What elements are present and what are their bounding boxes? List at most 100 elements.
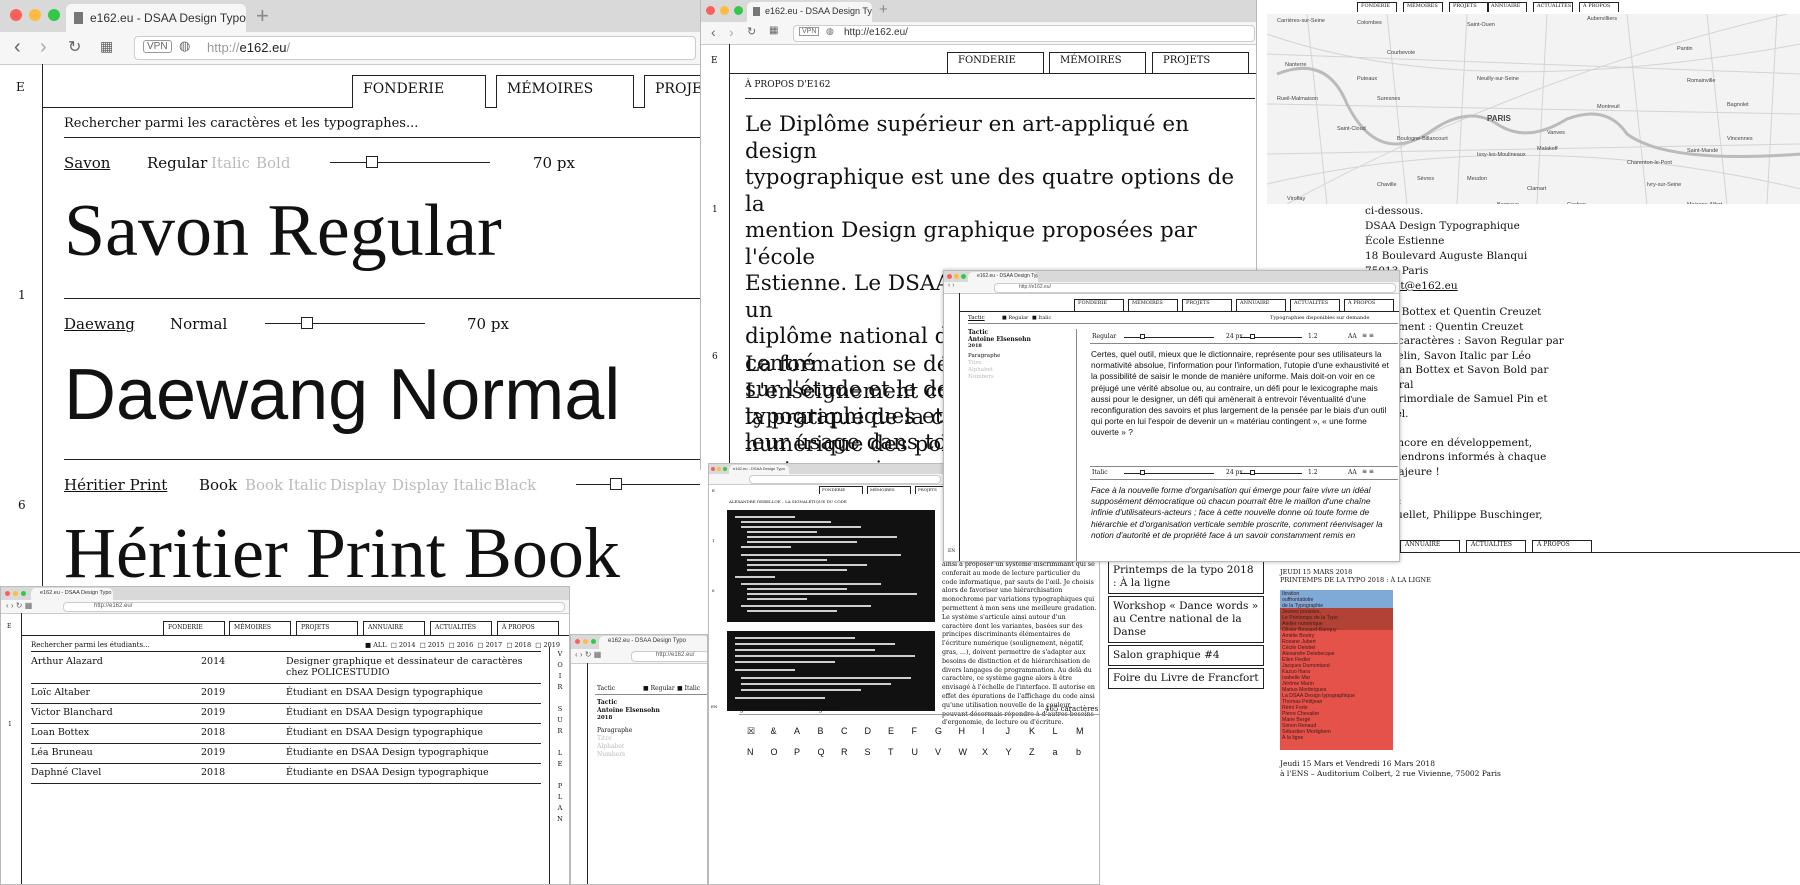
filter-checkbox[interactable]: ■ ALL — [365, 641, 387, 649]
case-toggle[interactable]: AA — [1348, 333, 1357, 340]
sidebar-item-titre[interactable]: Titre — [968, 360, 982, 366]
style-option[interactable]: Display — [330, 476, 386, 494]
glyph-cell[interactable]: P — [794, 747, 800, 757]
glyph-cell[interactable]: ☒ — [747, 726, 755, 737]
glyph-cell[interactable]: U — [912, 747, 919, 757]
tab-apropos[interactable]: À PROPOS — [1344, 299, 1394, 311]
style-select[interactable]: Italic — [1092, 469, 1108, 476]
tab-actualites[interactable]: ACTUALITÉS — [430, 621, 492, 635]
tab-fonderie[interactable]: FONDERIE — [163, 621, 225, 635]
search-input[interactable]: Rechercher parmi les étudiants... — [31, 641, 150, 649]
address-bar[interactable]: VPN ◍ http://e162.eu/ — [134, 36, 696, 60]
tab-memoires[interactable]: MÉMOIRES — [1403, 2, 1443, 12]
tab-fonderie[interactable]: FONDERIE — [1357, 2, 1397, 12]
browser-tab[interactable]: e162.eu - DSAA Design Typo — [599, 636, 707, 649]
forward-icon[interactable]: › — [729, 24, 734, 40]
tab-fonderie[interactable]: FONDERIE — [352, 75, 486, 108]
case-toggle[interactable]: AA — [1348, 469, 1357, 476]
table-row[interactable]: Victor Blanchard 2019 Étudiant en DSAA Des… — [31, 704, 541, 724]
checkbox-regular[interactable]: ■ Regular — [643, 685, 675, 692]
glyph-cell[interactable]: Z — [1029, 747, 1035, 757]
slider-handle[interactable] — [366, 156, 378, 168]
slider-handle[interactable] — [1250, 470, 1255, 475]
font-name-link[interactable]: Daewang — [64, 315, 135, 333]
style-option[interactable]: Display Italic — [392, 476, 492, 494]
minimize-button[interactable] — [13, 591, 18, 596]
style-option[interactable]: Regular — [147, 154, 207, 172]
forward-icon[interactable]: › — [40, 36, 47, 59]
glyph-cell[interactable]: Y — [1006, 747, 1012, 757]
glyph-cell[interactable]: R — [841, 747, 848, 757]
checkbox-italic[interactable]: ■ Italic — [1032, 315, 1051, 321]
align-icon[interactable]: ≡ ≡ — [1362, 468, 1374, 475]
glyph-cell[interactable]: a — [1053, 747, 1058, 757]
table-row[interactable]: Arthur Alazard 2014 Designer graphique et … — [31, 653, 541, 684]
nav-icons[interactable]: ‹ › ↻ ▦ — [6, 601, 32, 610]
style-option[interactable]: Italic — [211, 154, 250, 172]
event-item[interactable]: Workshop « Dance words » au Centre natio… — [1108, 596, 1264, 643]
tab-memoires[interactable]: MÉMOIRES — [1049, 52, 1146, 74]
glyph-cell[interactable]: I — [982, 726, 985, 736]
style-option[interactable]: Book — [199, 476, 237, 494]
tab-annuaire[interactable]: ANNUAIRE — [1487, 2, 1527, 12]
close-button[interactable] — [575, 639, 580, 644]
vpn-badge[interactable]: VPN — [799, 27, 820, 36]
browser-tab[interactable]: e162.eu - DSAA Design Typo — [729, 465, 789, 474]
browser-tab[interactable]: e162.eu - DSAA Design Typo — [968, 272, 1038, 282]
close-button[interactable] — [5, 591, 10, 596]
sidebar-item-numbers[interactable]: Numbers — [968, 374, 994, 380]
glyph-cell[interactable]: M — [1076, 726, 1084, 736]
tab-projets[interactable]: PROJETS — [1182, 299, 1232, 311]
glyph-cell[interactable]: H — [959, 726, 966, 736]
tab-fonderie[interactable]: FONDERIE — [947, 52, 1044, 74]
vpn-badge[interactable]: VPN — [143, 40, 172, 53]
size-slider[interactable] — [265, 323, 425, 324]
sidebar-item-titre[interactable]: Titre — [597, 735, 612, 742]
tab-memoires[interactable]: MÉMOIRES — [496, 75, 634, 108]
sidebar-item-paragraphe[interactable]: Paragraphe — [968, 353, 1000, 359]
tab-fonderie[interactable]: FONDERIE — [1074, 299, 1124, 311]
table-row[interactable]: Loïc Altaber 2019 Étudiant en DSAA Design … — [31, 684, 541, 704]
nav-icons[interactable]: ‹ › ↻ ▦ — [575, 650, 601, 659]
event-item[interactable]: Foire du Livre de Francfort — [1108, 668, 1264, 689]
tab-actualites[interactable]: ACTUALITÉS — [1290, 299, 1340, 311]
event-item[interactable]: Salon graphique #4 — [1108, 645, 1264, 666]
font-name-link[interactable]: Héritier Print — [64, 476, 167, 494]
glyph-cell[interactable]: F — [912, 726, 918, 736]
tab-apropos[interactable]: À PROPOS — [497, 621, 559, 635]
address-bar[interactable] — [749, 475, 941, 484]
glyph-cell[interactable]: Q — [818, 747, 825, 757]
minimize-button[interactable] — [29, 9, 41, 21]
size-slider[interactable] — [1124, 337, 1214, 338]
style-option[interactable]: Book Italic — [245, 476, 327, 494]
minimize-button[interactable] — [583, 639, 588, 644]
sidebar-item-paragraphe[interactable]: Paragraphe — [597, 727, 632, 734]
style-select[interactable]: Regular — [1092, 333, 1116, 340]
filter-checkbox[interactable]: □ 2014 — [391, 641, 416, 649]
tab-memoires[interactable]: MÉMOIRES — [867, 486, 911, 494]
glyph-cell[interactable]: T — [888, 747, 894, 757]
glyph-cell[interactable]: J — [1006, 726, 1011, 736]
glyph-cell[interactable]: K — [1029, 726, 1035, 736]
style-option[interactable]: Bold — [256, 154, 290, 172]
new-tab-button[interactable]: + — [256, 3, 269, 29]
tabs-grid-icon[interactable]: ▦ — [769, 25, 778, 36]
tab-annuaire[interactable]: ANNUAIRE — [1400, 540, 1460, 552]
maximize-button[interactable] — [48, 9, 60, 21]
tab-apropos[interactable]: À PROPOS — [1579, 2, 1619, 12]
sidebar-item-alphabet[interactable]: Alphabet — [968, 367, 993, 373]
map-link-vertical[interactable]: VOIR SUR LE PLAN — [555, 649, 565, 825]
filter-checkbox[interactable]: □ 2019 — [535, 641, 560, 649]
tab-actualites[interactable]: ACTUALITÉS — [1533, 2, 1573, 12]
glyph-cell[interactable]: N — [747, 747, 754, 757]
glyph-cell[interactable]: O — [771, 747, 778, 757]
size-slider[interactable] — [1124, 473, 1214, 474]
filter-checkbox[interactable]: □ 2016 — [449, 641, 474, 649]
checkbox-regular[interactable]: ■ Regular — [1002, 315, 1028, 321]
tab-projets[interactable]: PROJET — [644, 75, 700, 108]
close-button[interactable] — [10, 9, 22, 21]
reload-icon[interactable]: ↻ — [68, 37, 81, 57]
glyph-cell[interactable]: S — [865, 747, 871, 757]
minimize-button[interactable] — [954, 274, 959, 279]
maximize-button[interactable] — [723, 467, 727, 471]
